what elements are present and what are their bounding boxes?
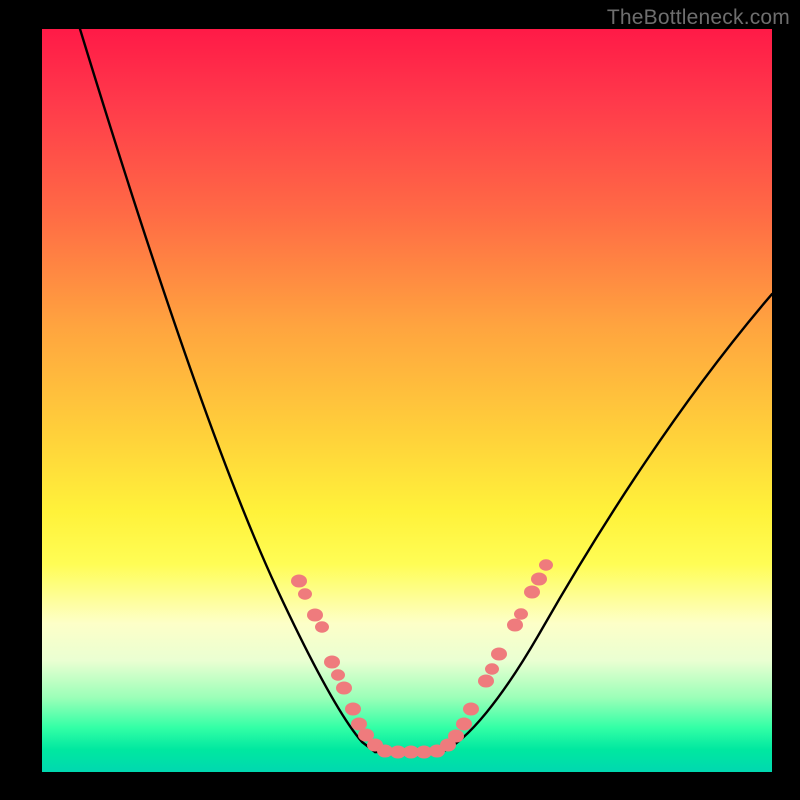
curve-marker	[456, 717, 472, 730]
curve-marker	[298, 588, 312, 599]
chart-frame: TheBottleneck.com	[0, 0, 800, 800]
curve-marker	[315, 621, 329, 632]
plot-area	[42, 29, 772, 772]
curve-marker	[336, 681, 352, 694]
curve-marker	[478, 674, 494, 687]
curve-marker	[307, 608, 323, 621]
curve-marker	[491, 647, 507, 660]
curve-marker	[507, 618, 523, 631]
curve-marker	[291, 574, 307, 587]
bottleneck-curve	[42, 29, 772, 772]
curve-marker	[448, 729, 464, 742]
curve-marker	[331, 669, 345, 680]
curve-marker	[539, 559, 553, 570]
watermark-text: TheBottleneck.com	[607, 6, 790, 30]
curve-marker	[531, 572, 547, 585]
curve-marker	[324, 655, 340, 668]
curve-marker	[345, 702, 361, 715]
curve-marker	[514, 608, 528, 619]
curve-marker	[485, 663, 499, 674]
curve-left-arm	[80, 29, 375, 752]
curve-marker	[524, 585, 540, 598]
curve-marker	[463, 702, 479, 715]
